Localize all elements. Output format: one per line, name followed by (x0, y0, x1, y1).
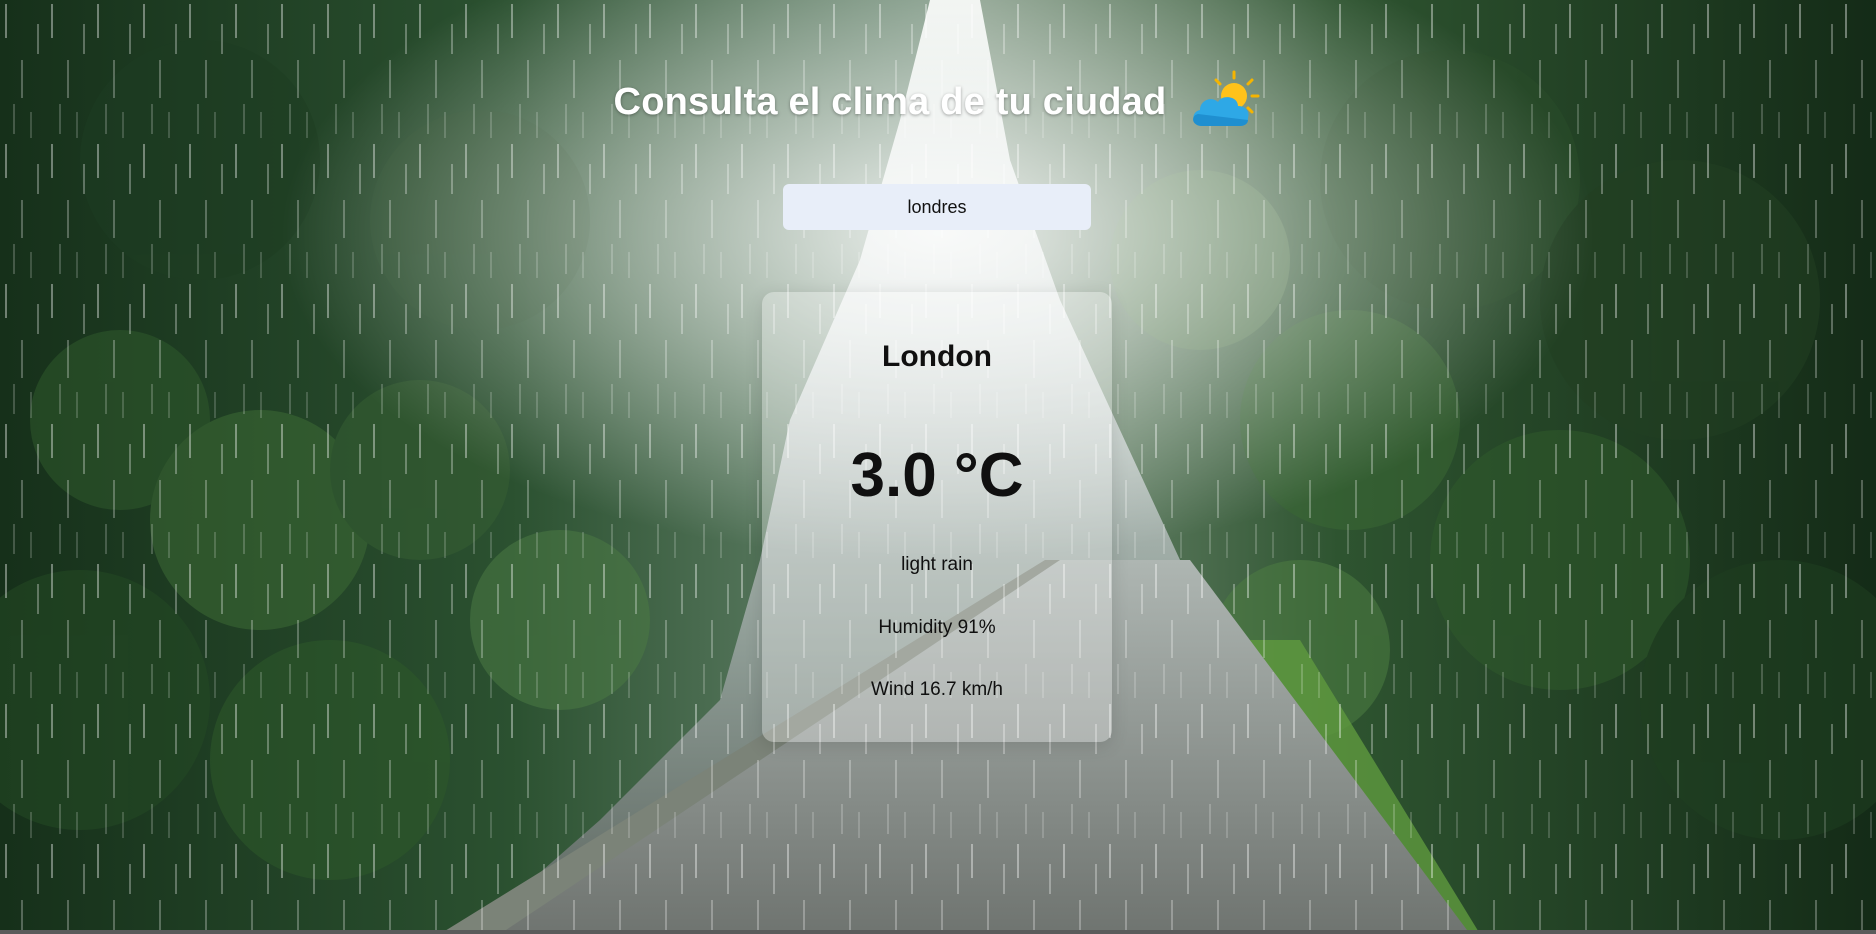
wind-value: Wind 16.7 km/h (871, 679, 1003, 700)
humidity-value: Humidity 91% (878, 617, 996, 638)
page-header: Consulta el clima de tu ciudad (0, 68, 1876, 136)
weather-app-page: Consulta el clima de tu ciudad London 3.… (0, 0, 1876, 934)
city-search-input[interactable] (783, 184, 1091, 230)
weather-card: London 3.0 °C light rain Humidity 91% Wi… (762, 292, 1112, 742)
city-name: London (882, 340, 992, 373)
temperature-value: 3.0 °C (850, 441, 1024, 510)
page-title: Consulta el clima de tu ciudad (613, 80, 1167, 123)
weather-description: light rain (901, 554, 973, 575)
sun-behind-cloud-icon (1193, 70, 1260, 126)
bottom-border (0, 930, 1876, 934)
